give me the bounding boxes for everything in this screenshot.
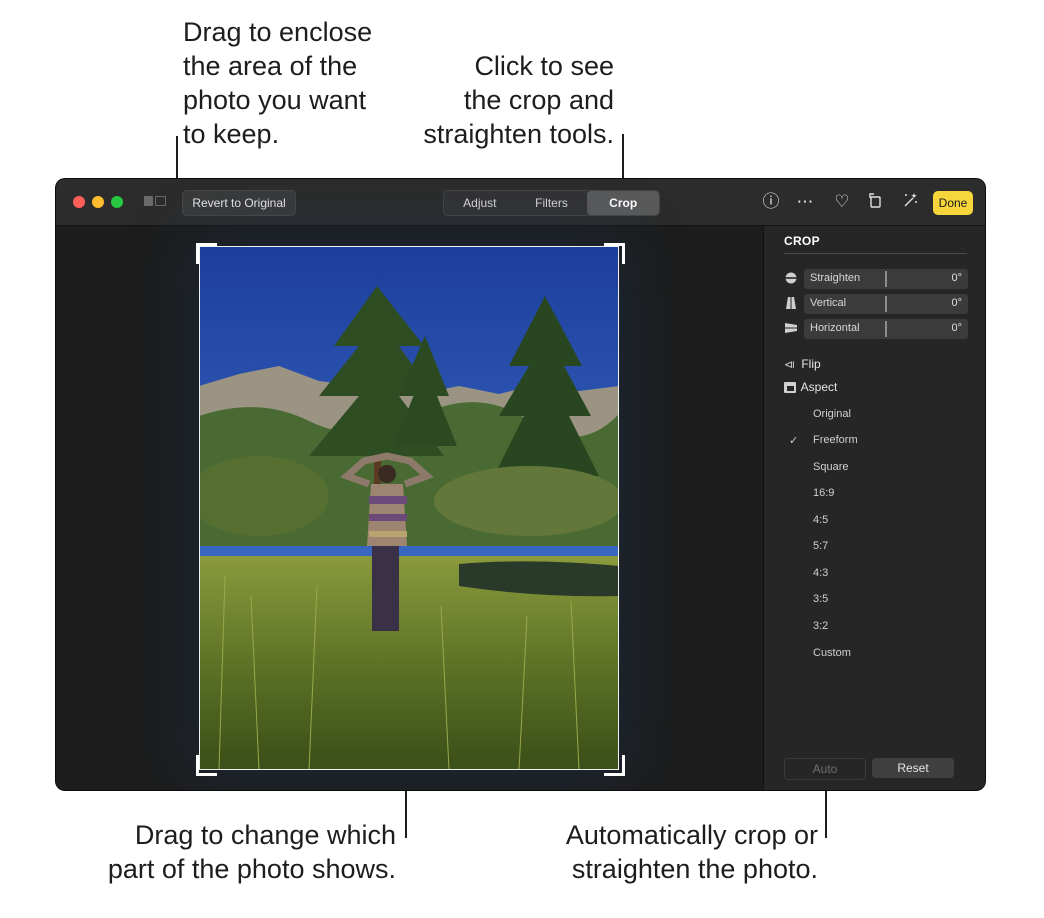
done-button[interactable]: Done (933, 191, 973, 215)
zoom-button[interactable] (111, 196, 123, 208)
callout-crop-area: Drag to enclose the area of the photo yo… (183, 15, 372, 151)
straighten-slider[interactable]: Straighten 0° (784, 269, 968, 289)
callout-line: Automatically crop or (565, 820, 818, 850)
magic-wand-icon[interactable] (899, 191, 921, 213)
more-icon[interactable]: ⋯ (794, 191, 816, 213)
edit-tabs: Adjust Filters Crop (443, 190, 660, 216)
split-view-icon[interactable] (144, 196, 168, 208)
aspect-option-3-2[interactable]: 3:2 (813, 620, 828, 632)
section-title: CROP (784, 234, 820, 248)
slider-track[interactable]: Vertical 0° (804, 294, 968, 314)
flip-label: Flip (801, 357, 821, 371)
info-icon[interactable]: ⓘ (760, 191, 782, 213)
vertical-icon (784, 296, 798, 310)
aspect-option-4-3[interactable]: 4:3 (813, 567, 828, 579)
callout-line: the area of the (183, 51, 358, 81)
divider (784, 253, 967, 254)
slider-track[interactable]: Horizontal 0° (804, 319, 968, 339)
callout-line: to keep. (183, 119, 280, 149)
reset-button[interactable]: Reset (872, 758, 954, 778)
photo[interactable] (199, 246, 619, 770)
vertical-slider[interactable]: Vertical 0° (784, 294, 968, 314)
callout-line: Click to see (474, 51, 614, 81)
tab-crop[interactable]: Crop (587, 191, 659, 215)
slider-label: Straighten (810, 272, 861, 284)
callout-line: straighten the photo. (571, 854, 818, 884)
aspect-header[interactable]: Aspect (784, 380, 837, 396)
minimize-button[interactable] (92, 196, 104, 208)
toolbar: Revert to Original Adjust Filters Crop ⓘ… (56, 179, 985, 226)
slider-label: Vertical (810, 297, 847, 309)
crop-handle-bottom-left[interactable] (196, 755, 217, 776)
callout-auto: Automatically crop or straighten the pho… (518, 818, 818, 886)
slider-track[interactable]: Straighten 0° (804, 269, 968, 289)
aspect-option-5-7[interactable]: 5:7 (813, 540, 828, 552)
aspect-label: Aspect (800, 380, 838, 394)
photos-edit-window: Revert to Original Adjust Filters Crop ⓘ… (56, 179, 985, 790)
slider-value: 0° (951, 322, 962, 334)
aspect-option-original[interactable]: Original (813, 408, 851, 420)
checkmark-icon: ✓ (789, 434, 799, 447)
aspect-option-custom[interactable]: Custom (813, 647, 851, 659)
callout-drag-photo: Drag to change which part of the photo s… (66, 818, 396, 886)
horizontal-icon (784, 321, 798, 335)
aspect-option-square[interactable]: Square (813, 461, 848, 473)
slider-value: 0° (951, 272, 962, 284)
callout-line: Drag to change which (134, 820, 396, 850)
slider-label: Horizontal (810, 322, 860, 334)
callout-crop-tab: Click to see the crop and straighten too… (402, 49, 614, 151)
crop-handle-bottom-right[interactable] (604, 755, 625, 776)
callout-line: the crop and (463, 85, 614, 115)
auto-button[interactable]: Auto (784, 758, 866, 780)
flip-icon: ⧏ (784, 358, 795, 371)
slider-value: 0° (951, 297, 962, 309)
photo-canvas[interactable] (56, 226, 763, 790)
flip-button[interactable]: ⧏ Flip (784, 357, 821, 371)
aspect-option-3-5[interactable]: 3:5 (813, 593, 828, 605)
straighten-icon (784, 271, 798, 285)
crop-handle-top-left[interactable] (196, 243, 217, 264)
aspect-icon (784, 382, 798, 396)
slider-knob[interactable] (885, 296, 887, 312)
crop-handle-top-right[interactable] (604, 243, 625, 264)
tab-filters[interactable]: Filters (516, 191, 588, 215)
rotate-icon[interactable] (864, 191, 886, 213)
aspect-option-16-9[interactable]: 16:9 (813, 487, 834, 499)
tab-adjust[interactable]: Adjust (444, 191, 516, 215)
revert-to-original-button[interactable]: Revert to Original (182, 190, 296, 216)
slider-knob[interactable] (885, 321, 887, 337)
horizontal-slider[interactable]: Horizontal 0° (784, 319, 968, 339)
close-button[interactable] (73, 196, 85, 208)
callout-line: Drag to enclose (183, 17, 373, 47)
callout-line: part of the photo shows. (107, 854, 396, 884)
heart-icon[interactable]: ♡ (831, 191, 853, 213)
aspect-option-freeform[interactable]: Freeform (813, 434, 858, 446)
slider-knob[interactable] (885, 271, 887, 287)
callout-line: photo you want (183, 85, 367, 115)
aspect-option-4-5[interactable]: 4:5 (813, 514, 828, 526)
callout-line: straighten tools. (423, 119, 614, 149)
crop-inspector: CROP Straighten 0° Vertical 0° Horizonta… (763, 226, 985, 790)
